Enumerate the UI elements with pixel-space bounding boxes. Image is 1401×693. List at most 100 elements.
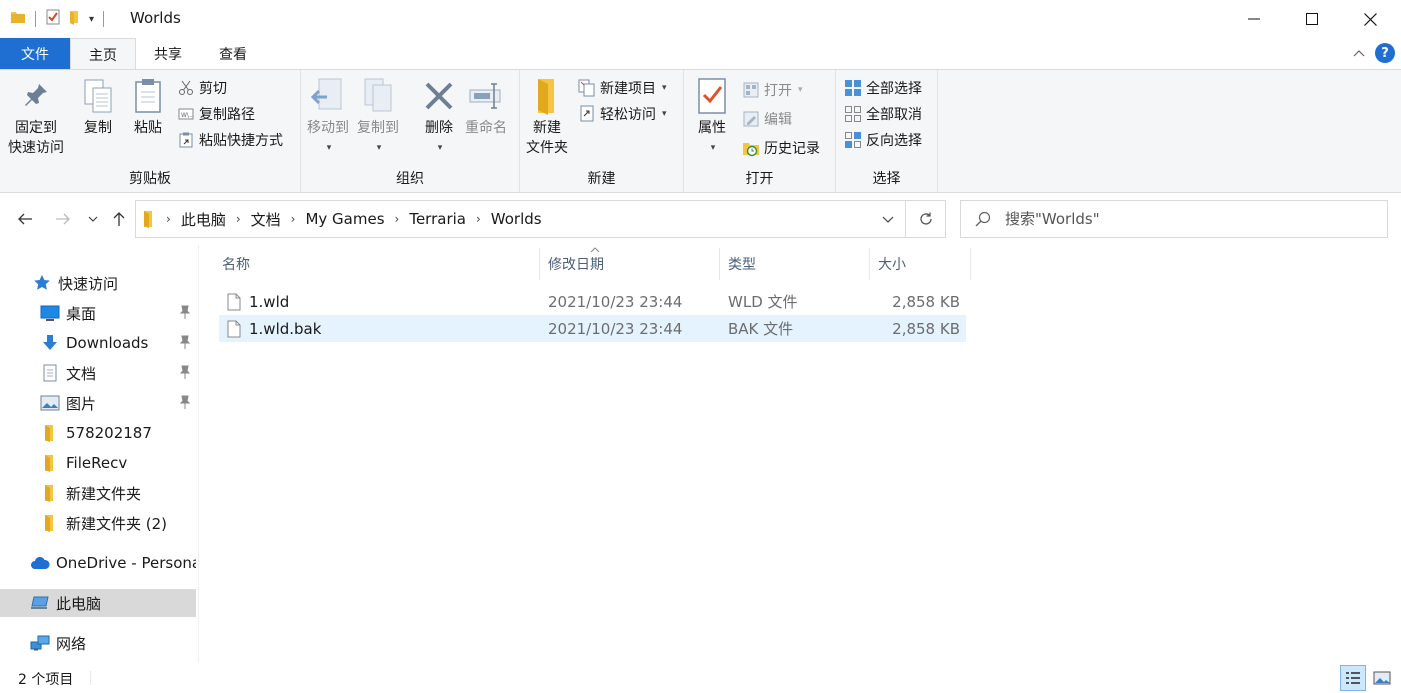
open-button[interactable]: 打开 ▾ bbox=[742, 79, 803, 101]
file-size: 2,858 KB bbox=[892, 292, 960, 311]
column-header-size[interactable]: 大小 bbox=[870, 248, 971, 280]
recent-locations-button[interactable] bbox=[84, 206, 102, 232]
breadcrumb-item[interactable]: Terraria bbox=[409, 210, 466, 228]
history-icon bbox=[742, 139, 760, 157]
nav-this-pc[interactable]: 此电脑 bbox=[0, 589, 196, 617]
customize-toolbar-icon[interactable]: ▾ bbox=[89, 14, 94, 25]
tab-view[interactable]: 查看 bbox=[200, 38, 266, 69]
nav-network[interactable]: 网络 bbox=[0, 629, 196, 657]
select-none-button[interactable]: 全部取消 bbox=[844, 103, 922, 125]
copy-path-button[interactable]: W\.. 复制路径 bbox=[177, 103, 255, 125]
delete-button[interactable]: 删除 ▾ bbox=[421, 76, 457, 158]
breadcrumb: › 此电脑 › 文档 › My Games › Terraria › World… bbox=[136, 201, 869, 237]
tab-share[interactable]: 共享 bbox=[136, 38, 200, 69]
maximize-button[interactable] bbox=[1283, 0, 1341, 38]
close-button[interactable] bbox=[1341, 0, 1399, 38]
pane-divider[interactable] bbox=[198, 245, 199, 663]
breadcrumb-item[interactable]: 此电脑 bbox=[181, 209, 226, 230]
quick-access-toolbar: ▾ bbox=[10, 9, 107, 29]
title-bar: ▾ Worlds bbox=[0, 0, 1401, 38]
select-all-button[interactable]: 全部选择 bbox=[844, 77, 922, 99]
item-count: 2 个项目 bbox=[18, 672, 74, 688]
new-folder-icon bbox=[529, 76, 565, 116]
rename-button[interactable]: 重命名 bbox=[465, 76, 507, 138]
ribbon-tabs: 文件 主页 共享 查看 ? bbox=[0, 38, 1401, 70]
clipboard-group-label: 剪贴板 bbox=[129, 171, 171, 187]
cloud-icon bbox=[30, 553, 50, 573]
invert-selection-button[interactable]: 反向选择 bbox=[844, 129, 922, 151]
tab-file[interactable]: 文件 bbox=[0, 38, 70, 69]
large-icons-view-icon bbox=[1373, 671, 1391, 685]
new-folder-button[interactable]: 新建 文件夹 bbox=[526, 76, 568, 158]
paste-shortcut-icon bbox=[177, 131, 195, 149]
forward-button[interactable] bbox=[52, 206, 74, 232]
address-bar[interactable]: › 此电脑 › 文档 › My Games › Terraria › World… bbox=[135, 200, 906, 238]
search-icon bbox=[975, 211, 991, 227]
desktop-icon bbox=[40, 303, 60, 323]
nav-onedrive[interactable]: OneDrive - Persona bbox=[0, 549, 196, 577]
refresh-button[interactable] bbox=[906, 200, 946, 238]
download-icon bbox=[40, 333, 60, 353]
history-button[interactable]: 历史记录 bbox=[742, 137, 820, 159]
breadcrumb-item[interactable]: Worlds bbox=[491, 210, 542, 228]
paste-shortcut-button[interactable]: 粘贴快捷方式 bbox=[177, 129, 283, 151]
folder-icon bbox=[40, 513, 60, 533]
column-header-type[interactable]: 类型 bbox=[720, 248, 870, 280]
navigation-pane: 快速访问 桌面 Downloads 文档 图片 578202187 FileRe… bbox=[0, 255, 198, 660]
nav-desktop[interactable]: 桌面 bbox=[0, 299, 196, 327]
search-input[interactable] bbox=[1005, 210, 1365, 228]
open-group: 属性 ▾ 打开 ▾ 编辑 历史记录 打开 bbox=[684, 70, 836, 192]
nav-documents[interactable]: 文档 bbox=[0, 359, 196, 387]
edit-button[interactable]: 编辑 bbox=[742, 108, 792, 130]
properties-button[interactable]: 属性 ▾ bbox=[694, 76, 730, 158]
star-icon bbox=[32, 273, 52, 293]
nav-quick-access[interactable]: 快速访问 bbox=[0, 269, 196, 297]
breadcrumb-separator-icon: › bbox=[235, 212, 241, 226]
breadcrumb-item[interactable]: My Games bbox=[305, 210, 384, 228]
column-header-name[interactable]: 名称 bbox=[218, 248, 540, 280]
nav-folder[interactable]: 578202187 bbox=[0, 419, 196, 447]
file-modified: 2021/10/23 23:44 bbox=[548, 319, 683, 338]
copy-button[interactable]: 复制 bbox=[80, 76, 116, 138]
copy-to-button[interactable]: 复制到 ▾ bbox=[357, 76, 399, 158]
paste-button[interactable]: 粘贴 bbox=[130, 76, 166, 138]
select-all-icon bbox=[844, 79, 862, 97]
pin-to-quick-access-button[interactable]: 固定到 快速访问 bbox=[8, 76, 64, 158]
properties-icon[interactable] bbox=[45, 9, 61, 29]
address-history-dropdown[interactable] bbox=[869, 201, 905, 237]
clipboard-group: 固定到 快速访问 复制 粘贴 剪切 W\.. 复制路径 粘贴快捷方式 剪贴板 bbox=[0, 70, 301, 192]
column-header-modified[interactable]: 修改日期 bbox=[540, 248, 720, 280]
move-to-button[interactable]: 移动到 ▾ bbox=[307, 76, 349, 158]
large-icons-view-button[interactable] bbox=[1369, 665, 1395, 691]
minimize-button[interactable] bbox=[1225, 0, 1283, 38]
search-box[interactable] bbox=[960, 200, 1388, 238]
new-folder-icon[interactable] bbox=[67, 9, 83, 29]
file-name: 1.wld.bak bbox=[249, 319, 322, 338]
new-item-button[interactable]: 新建项目 ▾ bbox=[578, 77, 667, 99]
nav-folder[interactable]: FileRecv bbox=[0, 449, 196, 477]
details-view-button[interactable] bbox=[1340, 665, 1366, 691]
collapse-ribbon-icon[interactable] bbox=[1353, 45, 1365, 61]
nav-folder[interactable]: 新建文件夹 bbox=[0, 479, 196, 507]
tab-home[interactable]: 主页 bbox=[70, 38, 136, 70]
column-headers: 名称 修改日期 类型 大小 bbox=[218, 247, 971, 280]
status-bar: 2 个项目 bbox=[0, 663, 1401, 693]
help-icon[interactable]: ? bbox=[1375, 43, 1395, 63]
open-group-label: 打开 bbox=[745, 171, 774, 187]
document-icon bbox=[40, 363, 60, 383]
folder-icon bbox=[10, 9, 26, 29]
up-button[interactable] bbox=[108, 206, 130, 232]
breadcrumb-item[interactable]: 文档 bbox=[251, 209, 281, 230]
nav-folder[interactable]: 新建文件夹 (2) bbox=[0, 509, 196, 537]
easy-access-button[interactable]: 轻松访问 ▾ bbox=[578, 103, 667, 125]
ribbon: 固定到 快速访问 复制 粘贴 剪切 W\.. 复制路径 粘贴快捷方式 剪贴板 移… bbox=[0, 69, 1401, 193]
back-button[interactable] bbox=[14, 206, 36, 232]
cut-button[interactable]: 剪切 bbox=[177, 77, 227, 99]
pin-icon bbox=[179, 365, 191, 383]
file-row[interactable]: 1.wld.bak 2021/10/23 23:44 BAK 文件 2,858 … bbox=[219, 315, 966, 342]
file-row[interactable]: 1.wld 2021/10/23 23:44 WLD 文件 2,858 KB bbox=[219, 288, 966, 315]
nav-downloads[interactable]: Downloads bbox=[0, 329, 196, 357]
nav-pictures[interactable]: 图片 bbox=[0, 389, 196, 417]
folder-icon bbox=[40, 423, 60, 443]
pin-icon bbox=[179, 305, 191, 323]
